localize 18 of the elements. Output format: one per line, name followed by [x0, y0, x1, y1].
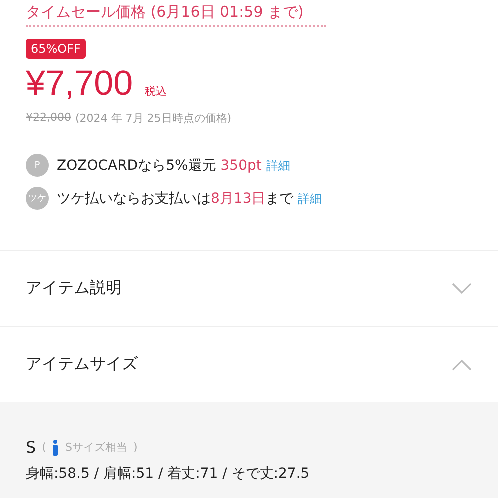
tax-note: 税込 — [145, 84, 168, 99]
price-date-note: (2024 年 7月 25日時点の価格) — [76, 111, 232, 126]
badge-icon: P — [26, 154, 49, 177]
size-equivalent: Sサイズ相当 — [65, 440, 128, 455]
accordion-header[interactable]: アイテム説明 — [0, 250, 498, 326]
discount-badge: 65%OFF — [26, 39, 86, 59]
size-measurements: 身幅:58.5 / 肩幅:51 / 着丈:71 / そで丈:27.5 — [26, 465, 311, 483]
sale-deadline: タイムセール価格 (6月16日 01:59 まで) — [26, 2, 305, 22]
original-price: ¥22,000 — [26, 111, 72, 126]
chevron-icon — [452, 282, 472, 294]
parenthesis: ( — [42, 441, 46, 454]
sale-price: ¥7,700 — [26, 63, 134, 105]
badge-icon: ツケ — [26, 187, 49, 210]
chevron-icon — [452, 358, 472, 370]
benefit-text: ツケ払いならお支払いは8月13日 まで 詳細 — [57, 190, 322, 208]
benefit-text: ZOZOCARDなら5%還元 350pt 詳細 — [57, 156, 290, 174]
parenthesis: ) — [133, 441, 138, 454]
size-label: S — [26, 438, 36, 457]
